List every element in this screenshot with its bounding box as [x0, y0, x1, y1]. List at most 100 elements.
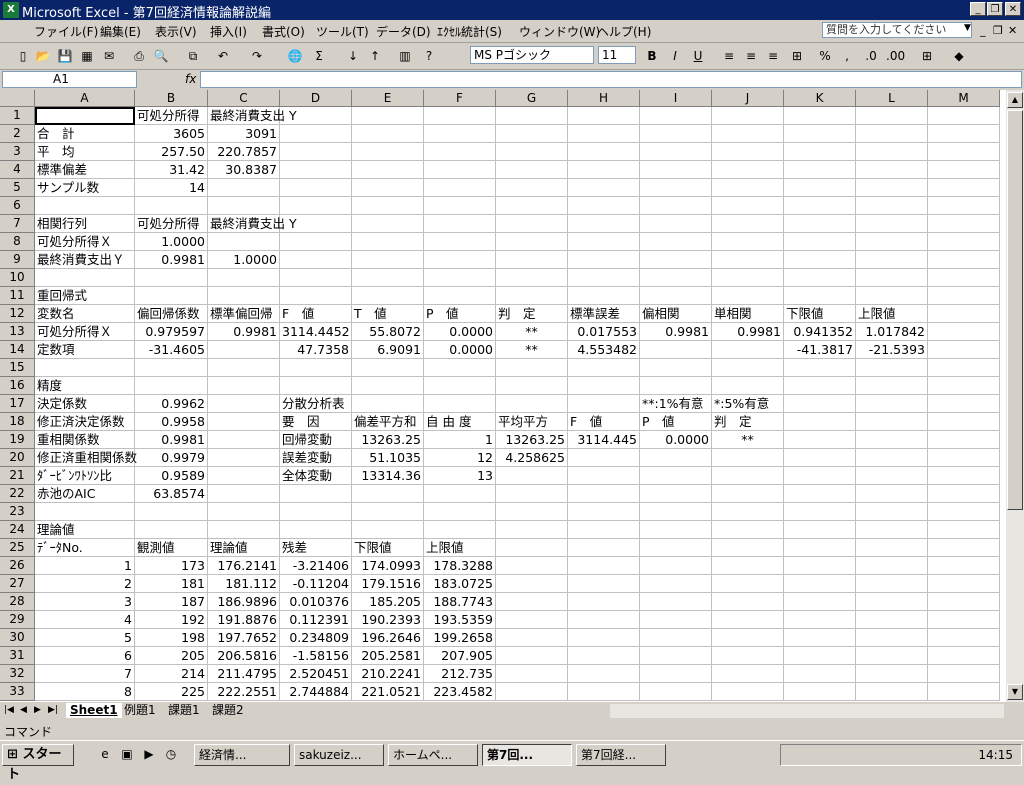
- cell[interactable]: 179.1516: [352, 575, 424, 593]
- menu-window[interactable]: ウィンドウ(W): [519, 23, 600, 40]
- cell[interactable]: [856, 107, 928, 125]
- cell[interactable]: [135, 269, 208, 287]
- row-header[interactable]: 25: [0, 539, 35, 557]
- cell[interactable]: [280, 215, 352, 233]
- cell[interactable]: [568, 161, 640, 179]
- cell[interactable]: [496, 215, 568, 233]
- cell[interactable]: 1.0000: [208, 251, 280, 269]
- cell[interactable]: 1: [424, 431, 496, 449]
- cell[interactable]: [496, 647, 568, 665]
- column-header-k[interactable]: K: [784, 90, 856, 107]
- print-preview-icon[interactable]: 🔍: [152, 47, 170, 65]
- cell[interactable]: [928, 107, 1000, 125]
- media-player-icon[interactable]: ▶: [140, 745, 158, 763]
- cell[interactable]: [568, 449, 640, 467]
- help-icon[interactable]: ?: [420, 47, 438, 65]
- row-header[interactable]: 16: [0, 377, 35, 395]
- cell[interactable]: [928, 395, 1000, 413]
- cell[interactable]: [35, 359, 135, 377]
- cell[interactable]: [856, 359, 928, 377]
- cell[interactable]: [712, 215, 784, 233]
- cell[interactable]: 1.017842: [856, 323, 928, 341]
- sheet-tab-example1[interactable]: 例題1: [120, 703, 160, 718]
- cell[interactable]: [712, 521, 784, 539]
- prev-sheet-icon[interactable]: ◀: [20, 705, 27, 715]
- column-header-m[interactable]: M: [928, 90, 1000, 107]
- cell[interactable]: T 値: [352, 305, 424, 323]
- cell[interactable]: [424, 395, 496, 413]
- cell[interactable]: 197.7652: [208, 629, 280, 647]
- cell[interactable]: [928, 377, 1000, 395]
- cell[interactable]: [424, 107, 496, 125]
- row-header[interactable]: 22: [0, 485, 35, 503]
- row-header[interactable]: 29: [0, 611, 35, 629]
- cell[interactable]: 257.50: [135, 143, 208, 161]
- chevron-down-icon[interactable]: ▼: [964, 23, 971, 33]
- cell[interactable]: -1.58156: [280, 647, 352, 665]
- cell[interactable]: [424, 143, 496, 161]
- cell[interactable]: [928, 341, 1000, 359]
- row-header[interactable]: 3: [0, 143, 35, 161]
- sheet-tab-sheet1[interactable]: Sheet1: [66, 703, 122, 718]
- cell[interactable]: [424, 161, 496, 179]
- cell[interactable]: 6: [35, 647, 135, 665]
- align-left-icon[interactable]: ≡: [720, 47, 738, 65]
- cell[interactable]: 30.8387: [208, 161, 280, 179]
- hyperlink-icon[interactable]: 🌐: [286, 47, 304, 65]
- cell[interactable]: [640, 683, 712, 701]
- cell[interactable]: **: [496, 341, 568, 359]
- cell[interactable]: [784, 611, 856, 629]
- row-header[interactable]: 32: [0, 665, 35, 683]
- cell[interactable]: [784, 431, 856, 449]
- cell[interactable]: 0.9962: [135, 395, 208, 413]
- row-header[interactable]: 9: [0, 251, 35, 269]
- cell[interactable]: [568, 467, 640, 485]
- cell[interactable]: [712, 143, 784, 161]
- cell[interactable]: [784, 359, 856, 377]
- cell[interactable]: [856, 467, 928, 485]
- cell[interactable]: [928, 683, 1000, 701]
- cell[interactable]: 13: [424, 467, 496, 485]
- cell[interactable]: [496, 179, 568, 197]
- cell[interactable]: 精度: [35, 377, 135, 395]
- scroll-thumb[interactable]: [1007, 110, 1023, 510]
- cell[interactable]: [712, 161, 784, 179]
- next-sheet-icon[interactable]: ▶: [34, 705, 41, 715]
- row-header[interactable]: 31: [0, 647, 35, 665]
- cell[interactable]: [928, 539, 1000, 557]
- cell[interactable]: 220.7857: [208, 143, 280, 161]
- cell[interactable]: 0.0000: [424, 323, 496, 341]
- cell[interactable]: 13263.25: [496, 431, 568, 449]
- row-header[interactable]: 13: [0, 323, 35, 341]
- cell[interactable]: [135, 377, 208, 395]
- cell[interactable]: [424, 377, 496, 395]
- cell[interactable]: 13263.25: [352, 431, 424, 449]
- cell[interactable]: [496, 629, 568, 647]
- cell[interactable]: [568, 683, 640, 701]
- cell[interactable]: [208, 431, 280, 449]
- cell[interactable]: 平 均: [35, 143, 135, 161]
- cell[interactable]: [424, 269, 496, 287]
- cell[interactable]: F 値: [568, 413, 640, 431]
- row-header[interactable]: 26: [0, 557, 35, 575]
- cell[interactable]: 理論値: [35, 521, 135, 539]
- row-header[interactable]: 33: [0, 683, 35, 701]
- cell[interactable]: 190.2393: [352, 611, 424, 629]
- cell[interactable]: [208, 503, 280, 521]
- cell[interactable]: 偏差平方和: [352, 413, 424, 431]
- cell[interactable]: [856, 251, 928, 269]
- cell[interactable]: 可処分所得: [135, 107, 208, 125]
- cell[interactable]: [424, 485, 496, 503]
- cell[interactable]: [352, 125, 424, 143]
- cell[interactable]: 205: [135, 647, 208, 665]
- cell[interactable]: [856, 683, 928, 701]
- cell[interactable]: [856, 125, 928, 143]
- cell[interactable]: 標準誤差: [568, 305, 640, 323]
- task-button-4[interactable]: 第7回...: [482, 744, 572, 766]
- row-header[interactable]: 28: [0, 593, 35, 611]
- increase-decimal-icon[interactable]: .0: [862, 47, 880, 65]
- cell[interactable]: [784, 125, 856, 143]
- cell[interactable]: [352, 107, 424, 125]
- cell[interactable]: [135, 503, 208, 521]
- cell[interactable]: [712, 593, 784, 611]
